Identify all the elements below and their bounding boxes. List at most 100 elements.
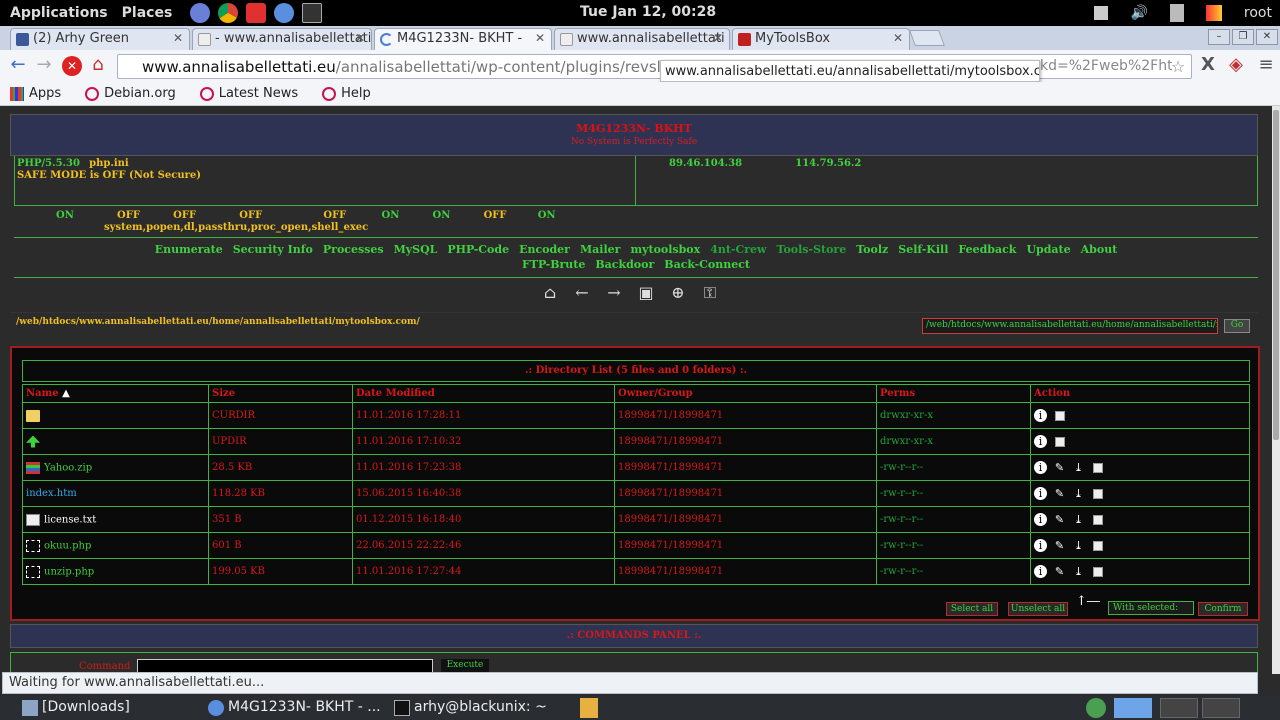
download-icon[interactable]: ⤓ [1072,461,1085,474]
info-icon[interactable]: i [1034,513,1047,526]
bookmark-latest-news[interactable]: Latest News [199,86,298,101]
menu-security-info[interactable]: Security Info [233,243,313,256]
workspace-active[interactable] [1114,698,1152,718]
applications-menu[interactable]: Applications [10,5,108,21]
file-link[interactable]: Yahoo.zip [44,462,92,473]
workspace-3[interactable] [1202,698,1240,718]
go-button[interactable]: Go [1224,319,1250,333]
clipboard-task-icon[interactable] [580,698,598,718]
menu-self-kill[interactable]: Self-Kill [898,243,948,256]
menu-encoder[interactable]: Encoder [519,243,570,256]
menu-toolz[interactable]: Toolz [856,243,888,256]
tab-facebook[interactable]: (2) Arhy Green ✕ [10,28,190,50]
menu-about[interactable]: About [1081,243,1118,256]
menu-back-connect[interactable]: Back-Connect [664,258,750,271]
file-perms[interactable]: -rw-r--r-- [876,532,1031,559]
close-icon[interactable]: ✕ [355,31,365,45]
select-all-button[interactable]: Select all [946,602,998,616]
tab-m4g1233n[interactable]: M4G1233N- BKHT - ✕ [374,28,552,50]
maximize-button[interactable]: ❐ [1232,29,1254,45]
column-perms[interactable]: Perms [876,384,1031,403]
file-perms[interactable]: drwxr-xr-x [876,428,1031,455]
download-icon[interactable]: ⤓ [1072,539,1085,552]
menu-enumerate[interactable]: Enumerate [155,243,223,256]
signal-icon[interactable] [1205,5,1222,21]
download-icon[interactable]: ⤓ [1072,565,1085,578]
chromium-icon[interactable] [274,3,295,23]
close-window-button[interactable]: ✕ [1256,29,1278,45]
search-icon[interactable]: ⊕ [668,284,688,302]
new-tab-button[interactable] [909,30,945,46]
debian-icon[interactable] [190,3,211,23]
page-scrollbar[interactable] [1272,106,1280,674]
close-icon[interactable]: ✕ [535,31,545,45]
info-icon[interactable]: i [1034,409,1047,422]
menu-backdoor[interactable]: Backdoor [595,258,654,271]
menu-mailer[interactable]: Mailer [580,243,620,256]
folder-icon[interactable]: ▣ [636,284,656,302]
info-icon[interactable]: i [1034,565,1047,578]
tab-annalisa-1[interactable]: - www.annalisabellettati ✕ [192,28,372,50]
file-perms[interactable]: -rw-r--r-- [876,506,1031,533]
file-link[interactable]: okuu.php [44,540,91,551]
extension-x-icon[interactable]: X [1198,56,1218,76]
column-date[interactable]: Date Modified [352,384,615,403]
with-selected-select[interactable]: With selected: [1108,601,1194,615]
row-checkbox[interactable] [1055,410,1065,421]
info-icon[interactable]: i [1034,539,1047,552]
forward-arrow-icon[interactable]: → [604,284,624,302]
scroll-thumb[interactable] [1273,110,1279,440]
file-perms[interactable]: drwxr-xr-x [876,402,1031,429]
workspace-2[interactable] [1160,698,1198,718]
file-name-cell[interactable]: Yahoo.zip [22,454,209,481]
home-icon[interactable]: ⌂ [88,56,108,76]
edit-icon[interactable]: ✎ [1053,487,1066,500]
bookmark-apps[interactable]: Apps [10,86,61,101]
menu-tools-store[interactable]: Tools-Store [777,243,847,256]
file-name-cell[interactable] [22,402,209,429]
edit-icon[interactable]: ✎ [1053,513,1066,526]
menu-php-code[interactable]: PHP-Code [447,243,509,256]
sort-up-icon[interactable]: ▲ [62,388,70,399]
key-icon[interactable]: ⚿ [700,284,720,302]
column-name[interactable]: Name ▲ [22,384,209,403]
menu-4nt-crew[interactable]: 4nt-Crew [710,243,766,256]
workspace-globe-icon[interactable] [1086,698,1106,718]
back-icon[interactable]: ← [8,56,28,76]
file-name-cell[interactable]: unzip.php [22,558,209,585]
row-checkbox[interactable] [1093,566,1103,577]
chrome-menu-icon[interactable]: ≡ [1256,56,1276,76]
info-icon[interactable]: i [1034,461,1047,474]
menu-update[interactable]: Update [1026,243,1070,256]
task-downloads[interactable]: [Downloads] [20,698,130,718]
forward-icon[interactable]: → [34,56,54,76]
task-chrome[interactable]: M4G1233N- BKHT - ... [206,698,381,718]
file-link[interactable]: unzip.php [44,566,94,577]
window-icon[interactable] [1094,6,1109,20]
php-ini-link[interactable]: php.ini [89,158,129,169]
current-path[interactable]: /web/htdocs/www.annalisabellettati.eu/ho… [16,317,420,327]
user-menu[interactable]: root [1244,5,1272,21]
tab-annalisa-2[interactable]: www.annalisabellettati ✕ [554,28,730,50]
menu-feedback[interactable]: Feedback [958,243,1016,256]
file-name-cell[interactable] [22,428,209,455]
extension-icon[interactable]: ◈ [1226,56,1246,76]
row-checkbox[interactable] [1093,462,1103,473]
file-link[interactable]: index.htm [26,488,77,499]
chrome-icon[interactable] [218,3,239,23]
edit-icon[interactable]: ✎ [1053,461,1066,474]
tab-mytoolsbox[interactable]: MyToolsBox ✕ [732,28,910,50]
home-icon[interactable]: ⌂ [540,284,560,302]
edit-icon[interactable]: ✎ [1053,539,1066,552]
directory-input[interactable]: /web/htdocs/www.annalisabellettati.eu/ho… [922,318,1218,334]
places-menu[interactable]: Places [122,5,173,21]
stop-icon[interactable]: ✕ [62,56,82,76]
row-checkbox[interactable] [1093,514,1103,525]
back-arrow-icon[interactable]: ← [572,284,592,302]
minimize-button[interactable]: – [1208,29,1230,45]
close-icon[interactable]: ✕ [713,31,723,45]
tool-icon[interactable] [246,3,267,23]
menu-ftp-brute[interactable]: FTP-Brute [522,258,585,271]
close-icon[interactable]: ✕ [893,31,903,45]
bookmark-help[interactable]: Help [322,86,371,101]
